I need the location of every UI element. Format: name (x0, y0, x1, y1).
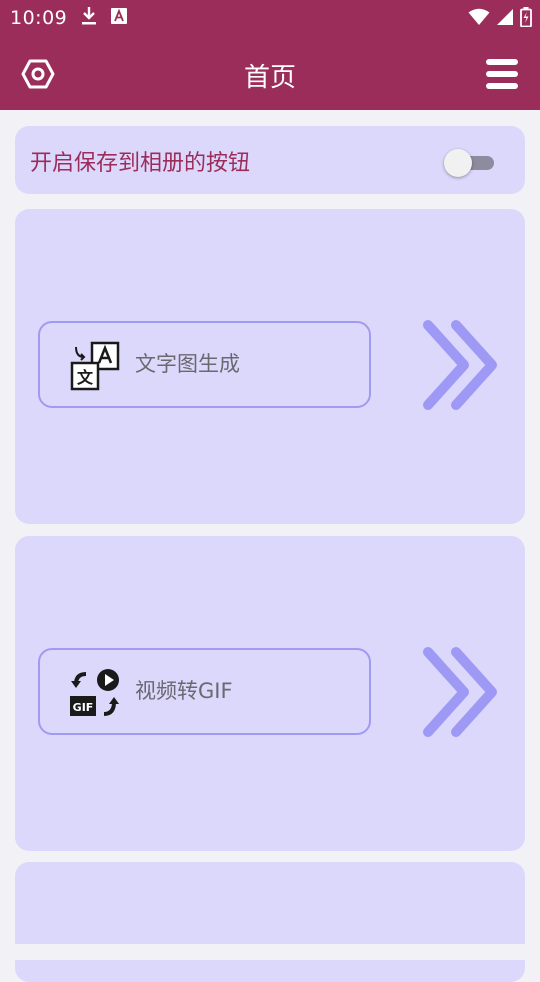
status-bar: 10:09 (0, 0, 540, 36)
feature-card-video-gif[interactable]: GIF 视频转GIF (15, 536, 525, 851)
menu-button[interactable] (484, 56, 520, 92)
feature-card-text-image[interactable]: 文 文字图生成 (15, 209, 525, 524)
svg-text:文: 文 (77, 368, 94, 387)
page-title: 首页 (243, 63, 296, 93)
text-image-button[interactable]: 文 文字图生成 (38, 321, 371, 408)
save-to-album-label: 开启保存到相册的按钮 (30, 151, 251, 176)
battery-icon (520, 7, 532, 27)
video-to-gif-label: 视频转GIF (135, 679, 233, 703)
svg-text:GIF: GIF (73, 701, 94, 714)
save-to-album-switch[interactable] (444, 147, 496, 177)
app-bar: 首页 (0, 36, 540, 110)
video-to-gif-button[interactable]: GIF 视频转GIF (38, 648, 371, 735)
switch-thumb (444, 149, 472, 177)
signal-icon (497, 9, 513, 25)
text-image-label: 文字图生成 (135, 352, 240, 376)
status-time: 10:09 (10, 7, 68, 29)
download-icon (82, 7, 96, 25)
video-to-gif-icon: GIF (70, 669, 119, 716)
save-to-album-setting: 开启保存到相册的按钮 (15, 126, 525, 194)
a-notification-icon (111, 8, 127, 24)
menu-icon (486, 59, 518, 89)
double-chevron-right-icon[interactable] (420, 319, 500, 411)
navigation-bar (0, 944, 540, 960)
text-translate-icon: 文 (70, 341, 120, 391)
wifi-icon (468, 8, 490, 25)
double-chevron-right-icon[interactable] (420, 646, 500, 738)
feature-card-partial[interactable] (15, 862, 525, 982)
